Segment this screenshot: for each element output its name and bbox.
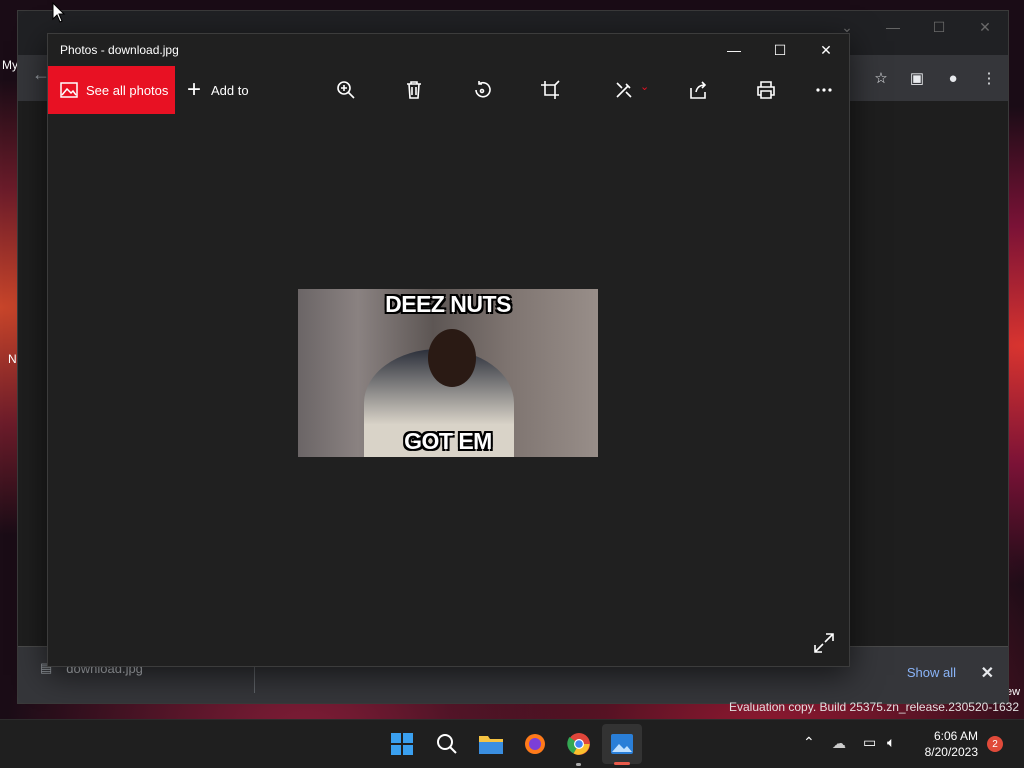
photo-image: DEEZ NUTS GOT EM <box>298 289 598 457</box>
delete-icon[interactable] <box>402 78 426 102</box>
photos-toolbar: See all photos + Add to ⌄ <box>48 66 849 114</box>
mouse-cursor-icon <box>52 2 66 23</box>
running-indicator <box>576 763 581 766</box>
see-all-photos-label: See all photos <box>86 82 169 98</box>
see-all-photos-button[interactable]: See all photos <box>48 66 175 114</box>
desktop-label: My <box>2 58 18 72</box>
zoom-in-icon[interactable] <box>334 78 358 102</box>
chrome-window-controls: ⌄ — ☐ ✕ <box>824 11 1008 43</box>
clock-date: 8/20/2023 <box>924 745 978 759</box>
photos-button[interactable] <box>608 730 636 758</box>
minimize-button[interactable]: — <box>711 34 757 66</box>
search-button[interactable] <box>433 730 461 758</box>
search-icon <box>437 734 457 754</box>
clock-time: 6:06 AM <box>933 729 978 743</box>
person-head <box>428 329 476 387</box>
close-download-bar-icon[interactable]: ✕ <box>981 663 994 683</box>
side-panel-icon[interactable]: ▣ <box>906 67 928 89</box>
volume-icon[interactable]: 🔈︎ <box>887 734 895 751</box>
evaluation-watermark: Evaluation copy. Build 25375.zn_release.… <box>729 700 1019 714</box>
desktop-label: N <box>8 352 17 366</box>
file-explorer-button[interactable] <box>477 730 505 758</box>
network-icon[interactable]: ▭ <box>863 734 876 751</box>
chrome-toolbar-icons: ☆ ▣ ● ⋮ <box>870 67 1000 89</box>
profile-icon[interactable]: ● <box>942 67 964 89</box>
close-button[interactable]: ✕ <box>803 34 849 66</box>
chrome-button[interactable] <box>565 730 593 758</box>
notification-badge[interactable]: 2 <box>987 736 1003 752</box>
meme-top-caption: DEEZ NUTS <box>385 291 511 317</box>
active-indicator <box>614 762 630 765</box>
onedrive-icon[interactable]: ☁ <box>832 735 846 752</box>
photos-window-controls: — ☐ ✕ <box>711 34 849 66</box>
fullscreen-icon[interactable] <box>813 632 835 654</box>
bookmark-star-icon[interactable]: ☆ <box>870 67 892 89</box>
start-button[interactable] <box>388 730 416 758</box>
window-title: Photos - download.jpg <box>60 43 179 57</box>
photos-icon <box>611 734 633 754</box>
chrome-maximize-button[interactable]: ☐ <box>916 11 962 43</box>
print-icon[interactable] <box>754 78 778 102</box>
chrome-close-button[interactable]: ✕ <box>962 11 1008 43</box>
clock[interactable]: 6:06 AM 8/20/2023 <box>925 728 978 760</box>
maximize-button[interactable]: ☐ <box>757 34 803 66</box>
crop-icon[interactable] <box>538 78 562 102</box>
plus-icon: + <box>187 76 202 103</box>
meme-bottom-caption: GOT EM <box>404 428 492 454</box>
taskbar: ⌃ ☁ ▭ 🔈︎ <box>0 719 1024 768</box>
chrome-menu-icon[interactable]: ⋮ <box>978 67 1000 89</box>
edit-icon[interactable] <box>612 78 636 102</box>
show-all-link[interactable]: Show all <box>907 665 956 680</box>
firefox-icon <box>525 734 545 754</box>
add-to-label: Add to <box>211 82 249 98</box>
chrome-icon <box>567 733 590 755</box>
photos-window: Photos - download.jpg — ☐ ✕ See all phot… <box>47 33 850 667</box>
gallery-icon <box>60 82 78 98</box>
rotate-icon[interactable] <box>470 78 494 102</box>
share-icon[interactable] <box>686 78 710 102</box>
chevron-up-icon[interactable]: ⌃ <box>803 734 815 751</box>
firefox-button[interactable] <box>521 730 549 758</box>
windows-icon <box>391 733 413 755</box>
chevron-down-icon[interactable]: ⌄ <box>640 80 649 93</box>
folder-icon <box>479 736 503 754</box>
more-icon[interactable] <box>812 78 836 102</box>
photos-title-bar: Photos - download.jpg — ☐ ✕ <box>48 34 849 66</box>
add-to-button[interactable]: + Add to <box>187 66 249 114</box>
chrome-minimize-button[interactable]: — <box>870 11 916 43</box>
